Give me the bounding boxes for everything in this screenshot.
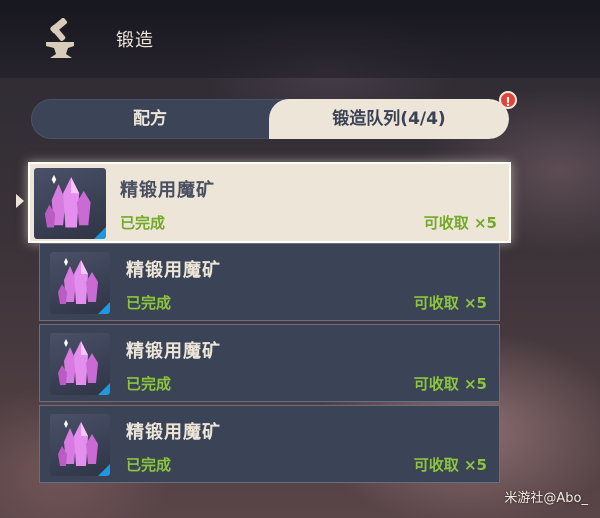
- tab-forging-queue[interactable]: 锻造队列(4/4): [269, 99, 509, 139]
- header-bar: 锻造: [0, 0, 600, 78]
- item-status: 已完成: [126, 375, 172, 393]
- crystal-ore-icon: [34, 168, 106, 239]
- item-name: 精锻用魔矿: [126, 422, 221, 443]
- rarity-corner: [98, 464, 110, 476]
- page-title: 锻造: [116, 30, 154, 51]
- queue-item-1[interactable]: 精锻用魔矿 已完成 可收取 ×5: [28, 162, 511, 243]
- queue-item-4[interactable]: 精锻用魔矿 已完成 可收取 ×5: [39, 405, 500, 483]
- alert-badge: !: [499, 91, 517, 109]
- crystal-ore-icon: [50, 252, 110, 314]
- rarity-corner: [98, 302, 110, 314]
- anvil-hammer-icon: [40, 17, 84, 62]
- item-name: 精锻用魔矿: [120, 180, 215, 201]
- queue-item-2[interactable]: 精锻用魔矿 已完成 可收取 ×5: [39, 243, 500, 321]
- watermark: 米游社@Abo_: [504, 491, 588, 506]
- crystal-ore-icon: [50, 333, 110, 395]
- collect-count: 可收取 ×5: [413, 456, 487, 474]
- selection-arrow-icon: [16, 194, 24, 208]
- crystal-ore-icon: [50, 414, 110, 476]
- tab-bar: 配方 锻造队列(4/4): [31, 99, 509, 139]
- queue-item-3[interactable]: 精锻用魔矿 已完成 可收取 ×5: [39, 324, 500, 402]
- item-name: 精锻用魔矿: [126, 341, 221, 362]
- item-status: 已完成: [126, 456, 172, 474]
- collect-count: 可收取 ×5: [413, 375, 487, 393]
- collect-count: 可收取 ×5: [423, 214, 497, 232]
- item-name: 精锻用魔矿: [126, 260, 221, 281]
- rarity-corner: [94, 227, 106, 239]
- tab-recipes[interactable]: 配方: [31, 99, 269, 139]
- collect-count: 可收取 ×5: [413, 294, 487, 312]
- rarity-corner: [98, 383, 110, 395]
- item-status: 已完成: [120, 214, 166, 232]
- item-status: 已完成: [126, 294, 172, 312]
